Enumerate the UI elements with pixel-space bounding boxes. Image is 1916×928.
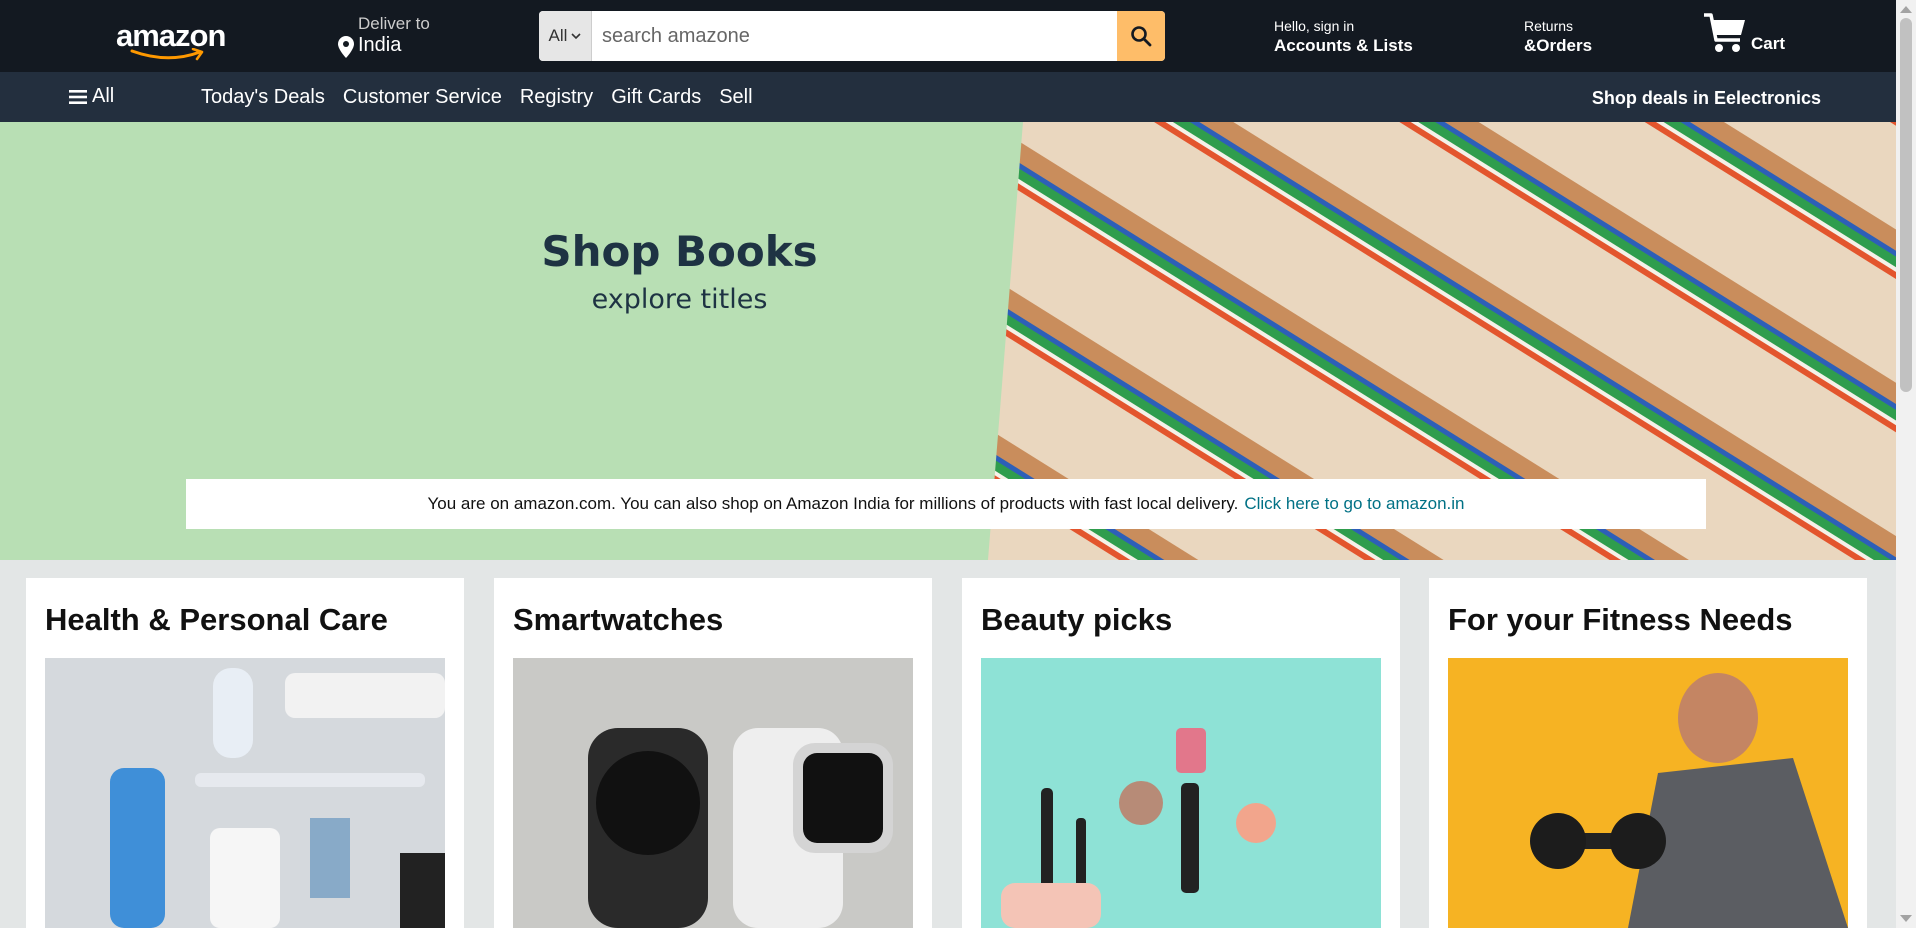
nav-link-sell[interactable]: Sell [719, 86, 752, 109]
nav-electronics-deals[interactable]: Shop deals in Eelectronics [1592, 88, 1821, 109]
health-care-image [45, 658, 445, 928]
hero-title: Shop Books [541, 227, 818, 276]
map-pin-icon [338, 36, 354, 58]
logo-smile-icon [130, 48, 204, 61]
orders-label: &Orders [1524, 36, 1593, 55]
region-notice: You are on amazon.com. You can also shop… [186, 479, 1706, 529]
account-label: Accounts & Lists [1274, 36, 1413, 55]
search-bar: All [539, 11, 1165, 61]
scroll-down-arrow-icon[interactable] [1900, 915, 1912, 922]
scroll-thumb[interactable] [1900, 18, 1912, 392]
card-title: Smartwatches [513, 602, 724, 637]
nav-bar: All Today's Deals Customer Service Regis… [0, 72, 1896, 122]
nav-link-registry[interactable]: Registry [520, 86, 593, 109]
card-title: For your Fitness Needs [1448, 602, 1793, 637]
nav-links: Today's Deals Customer Service Registry … [201, 86, 753, 109]
amazon-india-link[interactable]: Click here to go to amazon.in [1244, 494, 1464, 514]
page-scrollbar[interactable] [1896, 0, 1916, 928]
category-card-fitness[interactable]: For your Fitness Needs [1429, 578, 1867, 928]
category-card-beauty[interactable]: Beauty picks [962, 578, 1400, 928]
cart-button[interactable]: Cart [1703, 12, 1793, 58]
beauty-picks-image [981, 658, 1381, 928]
search-input[interactable] [593, 11, 1112, 61]
region-notice-text: You are on amazon.com. You can also shop… [427, 494, 1239, 513]
nav-link-todays-deals[interactable]: Today's Deals [201, 86, 325, 109]
cart-label: Cart [1751, 34, 1786, 53]
hero-subtitle: explore titles [591, 284, 768, 315]
deliver-label: Deliver to [358, 14, 430, 33]
search-icon [1131, 26, 1152, 47]
category-card-smartwatches[interactable]: Smartwatches [494, 578, 932, 928]
chevron-down-icon [571, 32, 582, 39]
card-title: Health & Personal Care [45, 602, 388, 637]
top-header: amazon Deliver to India All Hello [0, 0, 1896, 72]
account-greeting: Hello, sign in [1274, 18, 1355, 34]
search-button[interactable] [1117, 11, 1165, 61]
returns-label: Returns [1524, 18, 1574, 34]
all-menu-button[interactable]: All [69, 85, 114, 108]
smartwatches-image [513, 658, 913, 928]
category-card-health[interactable]: Health & Personal Care [26, 578, 464, 928]
account-lists[interactable]: Hello, sign in Accounts & Lists [1274, 18, 1413, 56]
fitness-image [1448, 658, 1848, 928]
all-menu-label: All [92, 85, 115, 107]
cart-icon [1704, 13, 1745, 52]
amazon-logo[interactable]: amazon [116, 18, 226, 61]
nav-link-customer-service[interactable]: Customer Service [343, 86, 502, 109]
nav-link-gift-cards[interactable]: Gift Cards [611, 86, 701, 109]
card-title: Beauty picks [981, 602, 1173, 637]
search-category-select[interactable]: All [539, 11, 592, 61]
hamburger-menu-icon [69, 89, 87, 104]
deliver-location: India [358, 34, 402, 56]
search-category-label: All [548, 26, 568, 45]
hero-banner[interactable]: Shop Books explore titles You are on ama… [0, 122, 1896, 560]
returns-orders[interactable]: Returns &Orders [1524, 18, 1592, 56]
scroll-up-arrow-icon[interactable] [1900, 6, 1912, 13]
